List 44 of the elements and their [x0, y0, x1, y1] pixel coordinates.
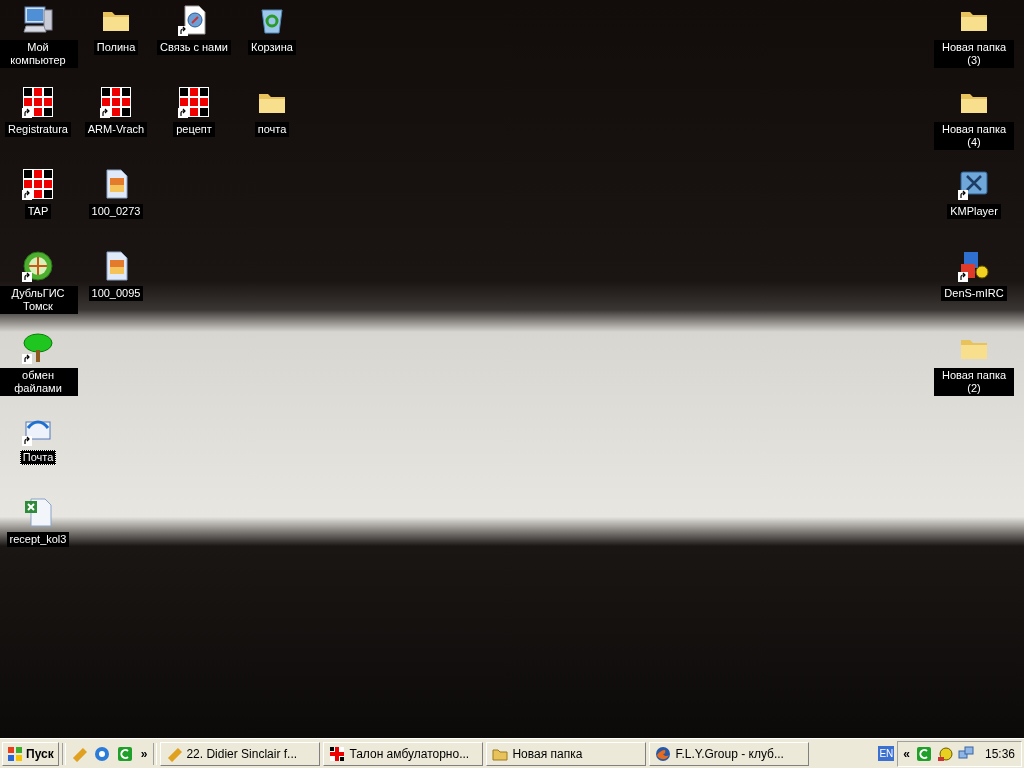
icon-label[interactable]: Новая папка (2) [934, 368, 1014, 396]
language-indicator[interactable]: EN [878, 746, 895, 761]
icon-label[interactable]: 100_0095 [88, 286, 144, 301]
icon-label[interactable]: KMPlayer [947, 204, 1001, 219]
computer-icon[interactable] [22, 4, 54, 36]
torrent-icon[interactable] [915, 745, 932, 762]
taskbar-button[interactable]: 22. Didier Sinclair f... [160, 741, 321, 766]
icon-label[interactable]: Почта [19, 450, 57, 465]
spreadsheet-icon[interactable] [22, 496, 54, 528]
grid-icon [329, 745, 346, 762]
icon-label[interactable]: Новая папка (3) [934, 40, 1014, 68]
icon-label[interactable]: Связь с нами [157, 40, 231, 55]
icon-label[interactable]: 100_0273 [88, 204, 144, 219]
network-icon[interactable] [957, 745, 974, 762]
icon-label[interactable]: TAP [24, 204, 52, 219]
browser-icon [655, 745, 672, 762]
more-button[interactable]: » [137, 746, 151, 761]
icon-label[interactable]: рецепт [173, 122, 215, 137]
icon-label[interactable]: Registratura [5, 122, 71, 137]
icon-label[interactable]: почта [254, 122, 290, 137]
grid-icon[interactable] [22, 168, 54, 200]
icon-label[interactable]: Мой компьютер [0, 40, 78, 68]
tray-expand-button[interactable]: « [900, 746, 913, 761]
torrent-icon[interactable] [116, 745, 133, 762]
icon-label[interactable]: ARM-Vrach [84, 122, 148, 137]
taskbar-button[interactable]: F.L.Y.Group - клуб... [649, 741, 810, 766]
tree-icon[interactable] [22, 332, 54, 364]
icon-label[interactable]: Полина [93, 40, 139, 55]
icon-label[interactable]: recept_kol3 [6, 532, 70, 547]
icon-label[interactable]: ДубльГИС Томск [0, 286, 78, 314]
icon-label[interactable]: Корзина [248, 40, 296, 55]
grid-icon[interactable] [100, 86, 132, 118]
browser-icon[interactable] [93, 745, 110, 762]
grid-icon[interactable] [22, 86, 54, 118]
taskbar-button[interactable]: Новая папка [486, 741, 647, 766]
taskbar-button[interactable]: Талон амбулаторно... [323, 741, 484, 766]
grid-icon[interactable] [178, 86, 210, 118]
icon-label[interactable]: Новая папка (4) [934, 122, 1014, 150]
start-button[interactable]: Пуск [2, 741, 59, 766]
icon-label[interactable]: обмен файлами [0, 368, 78, 396]
clock[interactable]: 15:36 [984, 746, 1015, 761]
globe-icon[interactable] [22, 250, 54, 282]
icon-label[interactable]: DenS-mIRC [941, 286, 1007, 301]
windows-logo-icon [7, 745, 23, 762]
